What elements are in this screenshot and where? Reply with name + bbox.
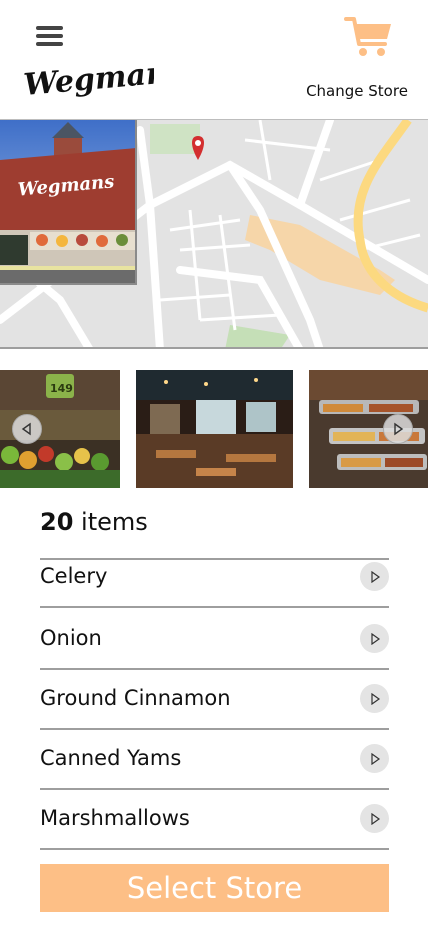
chevron-right-icon — [394, 422, 404, 436]
store-photo-gallery[interactable]: 149 — [0, 370, 428, 488]
select-store-button[interactable]: Select Store — [40, 864, 389, 912]
shopping-list[interactable]: Celery Onion Ground Cinnamon Canned Yams… — [40, 558, 389, 851]
list-item[interactable]: Marshmallows — [40, 790, 389, 850]
list-item-label: Onion — [40, 626, 102, 650]
list-item-label: Canned Yams — [40, 746, 182, 770]
list-item[interactable]: Onion — [40, 610, 389, 670]
shopping-cart-icon[interactable] — [344, 14, 394, 60]
storefront-photo: Wegmans — [0, 120, 137, 285]
play-icon[interactable] — [360, 624, 389, 653]
list-item-label: Marshmallows — [40, 806, 190, 830]
items-count-suffix: items — [81, 508, 148, 536]
play-icon[interactable] — [360, 684, 389, 713]
play-icon[interactable] — [360, 804, 389, 833]
list-item-label: Ground Cinnamon — [40, 686, 231, 710]
play-icon[interactable] — [360, 562, 389, 591]
change-store-link[interactable]: Change Store — [300, 82, 414, 100]
svg-text:Wegmans: Wegmans — [22, 56, 154, 103]
svg-text:149: 149 — [50, 382, 73, 395]
play-icon[interactable] — [360, 744, 389, 773]
gallery-image-cafe — [136, 370, 293, 488]
chevron-left-icon — [21, 422, 31, 436]
gallery-prev-button[interactable] — [12, 414, 42, 444]
list-item[interactable]: Celery — [40, 560, 389, 608]
list-item[interactable]: Ground Cinnamon — [40, 670, 389, 730]
gallery-next-button[interactable] — [383, 414, 413, 444]
list-item-label: Celery — [40, 564, 108, 588]
wegmans-logo: Wegmans — [22, 56, 154, 103]
list-item[interactable]: Canned Yams — [40, 730, 389, 790]
items-count-number: 20 — [40, 508, 74, 536]
store-location-map[interactable]: Wegmans — [0, 119, 428, 349]
items-count: 20 items — [40, 508, 148, 536]
hamburger-menu-icon[interactable] — [36, 26, 63, 48]
